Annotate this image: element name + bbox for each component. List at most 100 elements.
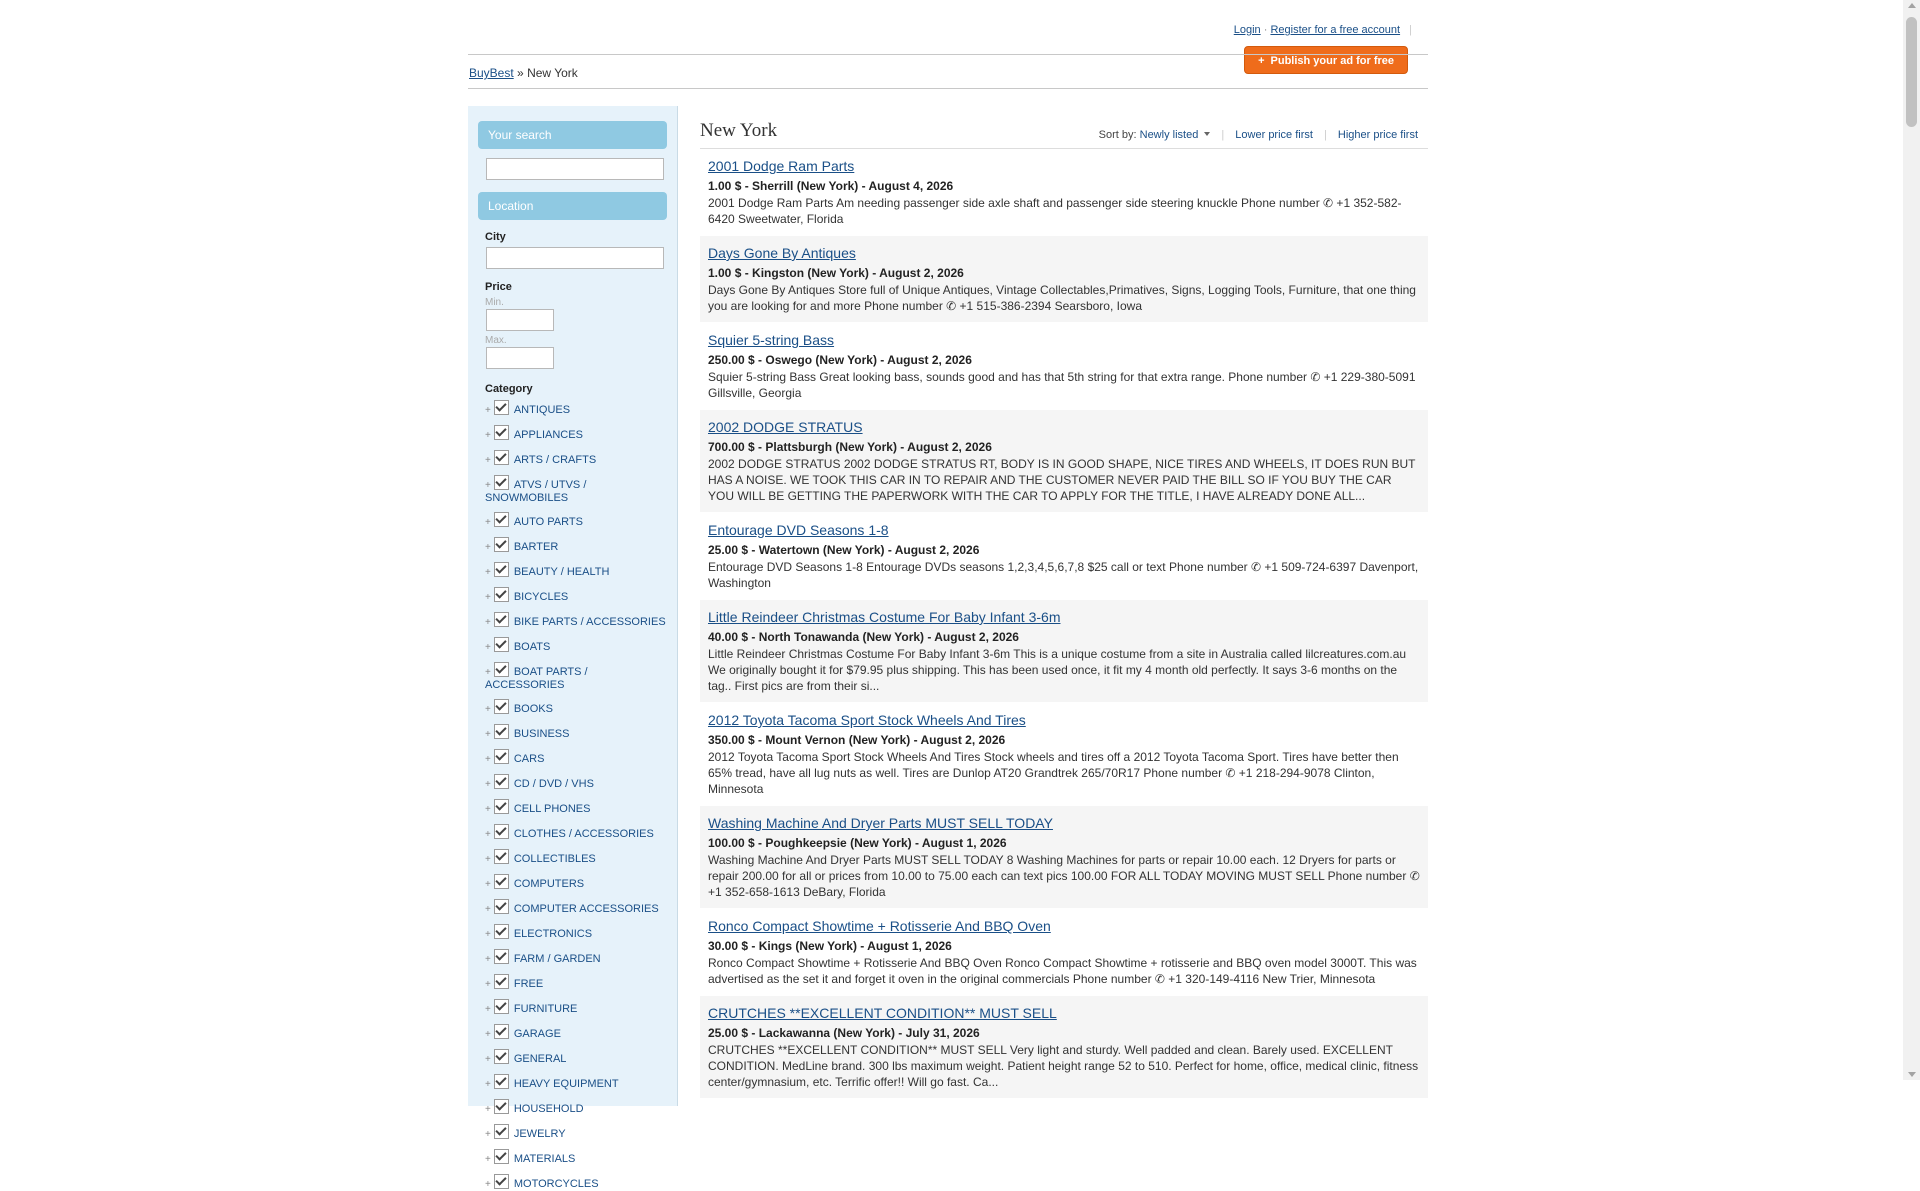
expand-plus-icon[interactable]: + bbox=[485, 979, 491, 990]
category-item[interactable]: + GENERAL bbox=[485, 1049, 667, 1066]
sort-lower-price[interactable]: Lower price first bbox=[1235, 129, 1313, 141]
category-item[interactable]: + HOUSEHOLD bbox=[485, 1099, 667, 1116]
expand-plus-icon[interactable]: + bbox=[485, 567, 491, 578]
category-label[interactable]: HOUSEHOLD bbox=[514, 1103, 584, 1115]
expand-plus-icon[interactable]: + bbox=[485, 455, 491, 466]
category-label[interactable]: FREE bbox=[514, 978, 543, 990]
category-item[interactable]: + AUTO PARTS bbox=[485, 512, 667, 529]
category-item[interactable]: + HEAVY EQUIPMENT bbox=[485, 1074, 667, 1091]
category-checkbox[interactable] bbox=[493, 637, 509, 652]
expand-plus-icon[interactable]: + bbox=[485, 1104, 491, 1115]
category-checkbox[interactable] bbox=[493, 799, 509, 814]
category-label[interactable]: ARTS / CRAFTS bbox=[514, 454, 596, 466]
category-checkbox[interactable] bbox=[493, 849, 509, 864]
expand-plus-icon[interactable]: + bbox=[485, 667, 491, 678]
breadcrumb-home-link[interactable]: BuyBest bbox=[469, 66, 514, 80]
category-checkbox[interactable] bbox=[493, 450, 509, 465]
category-item[interactable]: + BOAT PARTS / ACCESSORIES bbox=[485, 662, 667, 691]
category-checkbox[interactable] bbox=[493, 924, 509, 939]
expand-plus-icon[interactable]: + bbox=[485, 704, 491, 715]
expand-plus-icon[interactable]: + bbox=[485, 954, 491, 965]
price-min-input[interactable] bbox=[486, 309, 554, 331]
category-item[interactable]: + MOTORCYCLES bbox=[485, 1174, 667, 1191]
category-checkbox[interactable] bbox=[493, 949, 509, 964]
expand-plus-icon[interactable]: + bbox=[485, 1129, 491, 1140]
category-checkbox[interactable] bbox=[493, 587, 509, 602]
category-item[interactable]: + CD / DVD / VHS bbox=[485, 774, 667, 791]
category-checkbox[interactable] bbox=[493, 999, 509, 1014]
listing-title-link[interactable]: Squier 5-string Bass bbox=[708, 332, 834, 348]
category-checkbox[interactable] bbox=[493, 899, 509, 914]
category-checkbox[interactable] bbox=[493, 537, 509, 552]
category-label[interactable]: BICYCLES bbox=[514, 591, 568, 603]
category-checkbox[interactable] bbox=[493, 1049, 509, 1064]
category-item[interactable]: + GARAGE bbox=[485, 1024, 667, 1041]
category-item[interactable]: + BIKE PARTS / ACCESSORIES bbox=[485, 612, 667, 629]
category-checkbox[interactable] bbox=[493, 662, 509, 677]
category-label[interactable]: ELECTRONICS bbox=[514, 928, 592, 940]
category-item[interactable]: + ELECTRONICS bbox=[485, 924, 667, 941]
listing-title-link[interactable]: Little Reindeer Christmas Costume For Ba… bbox=[708, 609, 1060, 625]
listing-title-link[interactable]: CRUTCHES **EXCELLENT CONDITION** MUST SE… bbox=[708, 1005, 1057, 1021]
category-label[interactable]: APPLIANCES bbox=[514, 429, 583, 441]
expand-plus-icon[interactable]: + bbox=[485, 1054, 491, 1065]
price-max-input[interactable] bbox=[486, 347, 554, 369]
category-item[interactable]: + COMPUTERS bbox=[485, 874, 667, 891]
category-item[interactable]: + COMPUTER ACCESSORIES bbox=[485, 899, 667, 916]
search-input[interactable] bbox=[486, 158, 664, 180]
category-item[interactable]: + CARS bbox=[485, 749, 667, 766]
category-item[interactable]: + BARTER bbox=[485, 537, 667, 554]
category-label[interactable]: AUTO PARTS bbox=[514, 516, 583, 528]
expand-plus-icon[interactable]: + bbox=[485, 430, 491, 441]
category-checkbox[interactable] bbox=[493, 724, 509, 739]
expand-plus-icon[interactable]: + bbox=[485, 804, 491, 815]
category-checkbox[interactable] bbox=[493, 874, 509, 889]
expand-plus-icon[interactable]: + bbox=[485, 754, 491, 765]
category-label[interactable]: CELL PHONES bbox=[514, 803, 591, 815]
sort-newly-listed[interactable]: Newly listed bbox=[1140, 129, 1211, 141]
category-label[interactable]: MOTORCYCLES bbox=[514, 1178, 599, 1190]
category-item[interactable]: + JEWELRY bbox=[485, 1124, 667, 1141]
expand-plus-icon[interactable]: + bbox=[485, 1154, 491, 1165]
category-label[interactable]: BIKE PARTS / ACCESSORIES bbox=[514, 616, 666, 628]
category-checkbox[interactable] bbox=[493, 749, 509, 764]
expand-plus-icon[interactable]: + bbox=[485, 1079, 491, 1090]
expand-plus-icon[interactable]: + bbox=[485, 779, 491, 790]
category-label[interactable]: ANTIQUES bbox=[514, 404, 570, 416]
category-item[interactable]: + FARM / GARDEN bbox=[485, 949, 667, 966]
category-label[interactable]: GENERAL bbox=[514, 1053, 567, 1065]
category-checkbox[interactable] bbox=[493, 562, 509, 577]
login-link[interactable]: Login bbox=[1234, 24, 1261, 36]
category-checkbox[interactable] bbox=[493, 1149, 509, 1164]
category-label[interactable]: COMPUTER ACCESSORIES bbox=[514, 903, 659, 915]
category-checkbox[interactable] bbox=[493, 400, 509, 415]
category-label[interactable]: GARAGE bbox=[514, 1028, 561, 1040]
expand-plus-icon[interactable]: + bbox=[485, 592, 491, 603]
category-item[interactable]: + ARTS / CRAFTS bbox=[485, 450, 667, 467]
expand-plus-icon[interactable]: + bbox=[485, 542, 491, 553]
category-item[interactable]: + BEAUTY / HEALTH bbox=[485, 562, 667, 579]
listing-title-link[interactable]: Days Gone By Antiques bbox=[708, 245, 856, 261]
expand-plus-icon[interactable]: + bbox=[485, 879, 491, 890]
category-label[interactable]: FARM / GARDEN bbox=[514, 953, 601, 965]
category-checkbox[interactable] bbox=[493, 824, 509, 839]
category-label[interactable]: COLLECTIBLES bbox=[514, 853, 596, 865]
category-checkbox[interactable] bbox=[493, 774, 509, 789]
category-checkbox[interactable] bbox=[493, 699, 509, 714]
category-label[interactable]: MATERIALS bbox=[514, 1153, 576, 1165]
category-checkbox[interactable] bbox=[493, 1024, 509, 1039]
city-input[interactable] bbox=[486, 247, 664, 269]
expand-plus-icon[interactable]: + bbox=[485, 729, 491, 740]
expand-plus-icon[interactable]: + bbox=[485, 904, 491, 915]
category-item[interactable]: + FREE bbox=[485, 974, 667, 991]
listing-title-link[interactable]: Ronco Compact Showtime + Rotisserie And … bbox=[708, 918, 1051, 934]
sort-higher-price[interactable]: Higher price first bbox=[1338, 129, 1418, 141]
category-item[interactable]: + ATVS / UTVS / SNOWMOBILES bbox=[485, 475, 667, 504]
category-label[interactable]: BOATS bbox=[514, 641, 550, 653]
listing-title-link[interactable]: 2002 DODGE STRATUS bbox=[708, 419, 863, 435]
expand-plus-icon[interactable]: + bbox=[485, 405, 491, 416]
category-label[interactable]: BOOKS bbox=[514, 703, 553, 715]
category-checkbox[interactable] bbox=[493, 1099, 509, 1114]
category-checkbox[interactable] bbox=[493, 612, 509, 627]
category-checkbox[interactable] bbox=[493, 1074, 509, 1089]
